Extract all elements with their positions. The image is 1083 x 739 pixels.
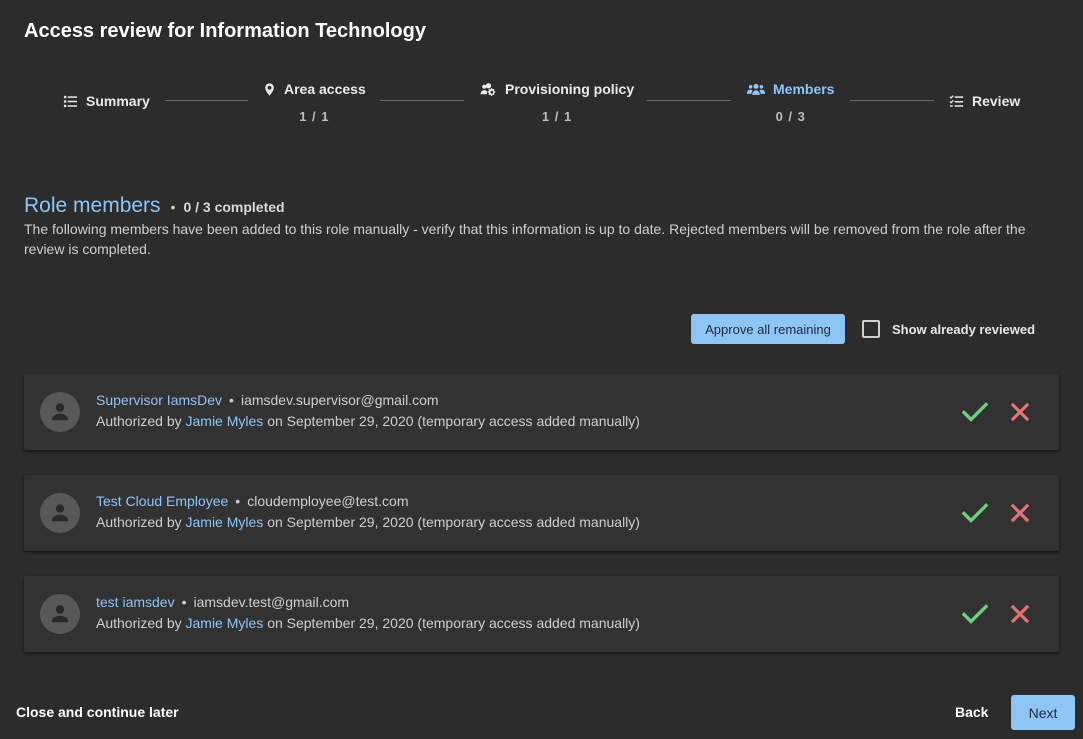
show-reviewed-label: Show already reviewed	[892, 321, 1036, 337]
member-identity: test iamsdev • iamsdev.test@gmail.com	[96, 594, 349, 610]
step-connector	[647, 100, 731, 101]
avatar	[40, 392, 80, 432]
close-icon	[1010, 402, 1030, 422]
reject-member-button[interactable]	[1010, 604, 1030, 624]
stepper: Summary Area access 1 / 1 Provisioning p…	[0, 78, 1083, 138]
step-connector	[380, 100, 464, 101]
step-label: Members	[773, 81, 835, 97]
avatar	[40, 594, 80, 634]
step-connector	[850, 100, 934, 101]
show-already-reviewed-toggle[interactable]: Show already reviewed	[862, 320, 1035, 338]
section-title: Role members	[24, 194, 161, 217]
step-label: Review	[972, 93, 1021, 109]
location-pin-icon	[265, 82, 274, 96]
member-identity: Test Cloud Employee • cloudemployee@test.c…	[96, 493, 409, 509]
step-area-access[interactable]: Area access 1 / 1	[263, 81, 366, 124]
section-header: Role members • 0 / 3 completed	[24, 194, 285, 218]
users-icon	[747, 83, 765, 95]
authorization-info: Authorized by Jamie Myles on September 2…	[96, 413, 640, 429]
step-connector	[165, 100, 248, 101]
step-label: Summary	[86, 93, 150, 109]
close-icon	[1010, 503, 1030, 523]
member-card: test iamsdev • iamsdev.test@gmail.com Auth…	[24, 576, 1059, 652]
list-icon	[63, 95, 78, 107]
step-review[interactable]: Review	[949, 93, 1020, 109]
show-reviewed-checkbox[interactable]	[862, 320, 880, 338]
person-icon	[52, 605, 68, 623]
step-label: Provisioning policy	[505, 81, 635, 97]
separator-dot: •	[170, 199, 176, 215]
member-identity: Supervisor IamsDev • iamsdev.supervisor@gm…	[96, 392, 439, 408]
member-card: Supervisor IamsDev • iamsdev.supervisor@gm…	[24, 374, 1059, 450]
authorization-info: Authorized by Jamie Myles on September 2…	[96, 615, 640, 631]
completion-status: 0 / 3 completed	[183, 199, 285, 215]
checklist-icon	[949, 94, 964, 107]
approve-member-button[interactable]	[962, 500, 988, 526]
close-and-continue-later-button[interactable]: Close and continue later	[16, 704, 179, 720]
close-icon	[1010, 604, 1030, 624]
member-email: iamsdev.supervisor@gmail.com	[240, 392, 439, 408]
authorized-prefix: Authorized by	[96, 413, 182, 429]
authorized-prefix: Authorized by	[96, 514, 182, 530]
approve-member-button[interactable]	[962, 399, 988, 425]
person-icon	[52, 403, 68, 421]
authorized-suffix: on September 29, 2020 (temporary access …	[267, 514, 640, 530]
step-count: 1 / 1	[299, 109, 330, 124]
step-summary[interactable]: Summary	[63, 93, 150, 109]
separator-dot: •	[181, 594, 187, 610]
member-name-link[interactable]: Test Cloud Employee	[96, 493, 228, 509]
avatar	[40, 493, 80, 533]
authorization-info: Authorized by Jamie Myles on September 2…	[96, 514, 640, 530]
authorized-suffix: on September 29, 2020 (temporary access …	[267, 615, 640, 631]
separator-dot: •	[229, 392, 234, 408]
step-label: Area access	[284, 81, 366, 97]
section-description: The following members have been added to…	[24, 221, 1026, 257]
next-button[interactable]: Next	[1011, 695, 1075, 730]
checkmark-icon	[962, 503, 988, 523]
authorized-suffix: on September 29, 2020 (temporary access …	[267, 413, 640, 429]
reject-member-button[interactable]	[1010, 503, 1030, 523]
checkmark-icon	[962, 604, 988, 624]
step-count: 1 / 1	[541, 109, 573, 124]
reject-member-button[interactable]	[1010, 402, 1030, 422]
authorizer-link[interactable]: Jamie Myles	[186, 615, 264, 631]
step-members[interactable]: Members 0 / 3	[747, 81, 834, 124]
separator-dot: •	[235, 493, 241, 509]
member-email: iamsdev.test@gmail.com	[193, 594, 350, 610]
approve-member-button[interactable]	[962, 601, 988, 627]
member-card: Test Cloud Employee • cloudemployee@test.c…	[24, 475, 1059, 551]
member-email: cloudemployee@test.com	[247, 493, 409, 509]
authorizer-link[interactable]: Jamie Myles	[186, 514, 264, 530]
person-icon	[52, 504, 68, 522]
users-cog-icon	[480, 82, 496, 96]
member-name-link[interactable]: Supervisor IamsDev	[96, 392, 222, 408]
step-count: 0 / 3	[775, 109, 806, 124]
step-provisioning-policy[interactable]: Provisioning policy 1 / 1	[480, 81, 634, 124]
authorizer-link[interactable]: Jamie Myles	[186, 413, 264, 429]
checkmark-icon	[962, 402, 988, 422]
authorized-prefix: Authorized by	[96, 615, 182, 631]
back-button[interactable]: Back	[955, 704, 988, 720]
access-review-dialog: Access review for Information Technology…	[0, 0, 1083, 739]
approve-all-remaining-button[interactable]: Approve all remaining	[691, 314, 845, 344]
member-name-link[interactable]: test iamsdev	[96, 594, 175, 610]
dialog-title: Access review for Information Technology	[24, 20, 426, 42]
